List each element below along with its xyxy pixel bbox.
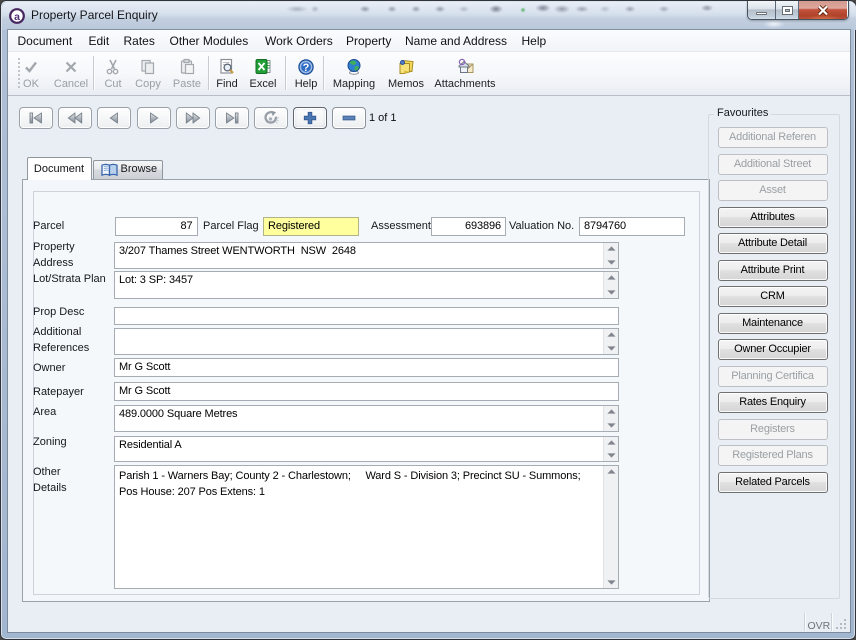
svg-text:?: ? — [303, 62, 310, 74]
svg-text:a: a — [14, 11, 20, 23]
